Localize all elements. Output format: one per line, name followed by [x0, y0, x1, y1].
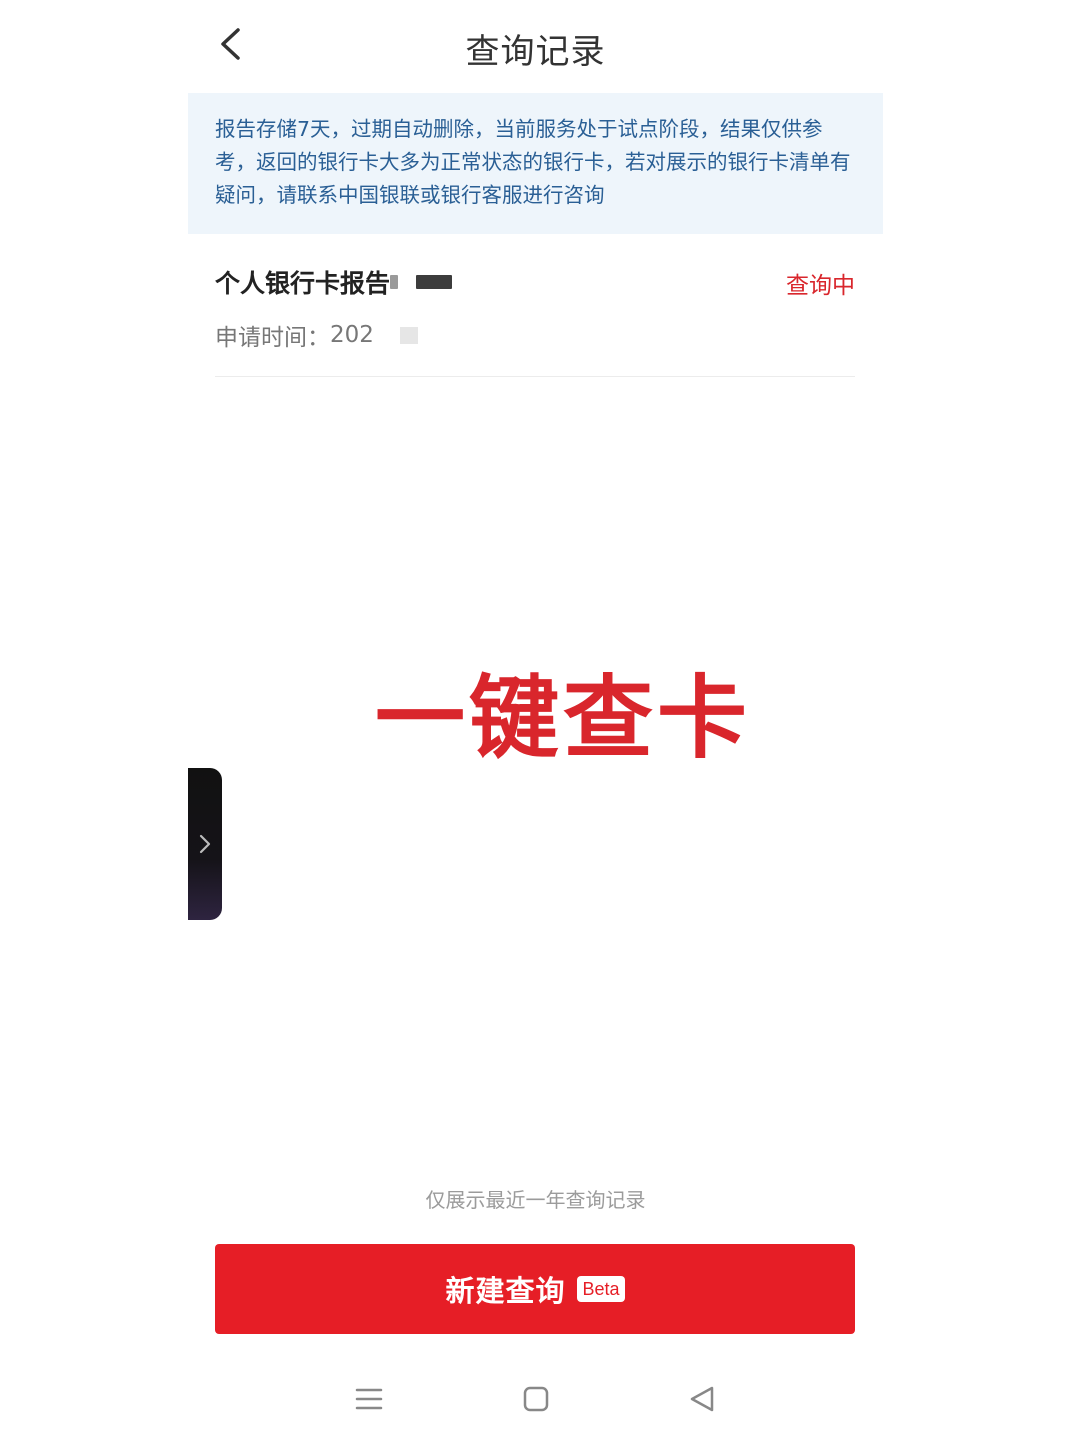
page: 查询记录 报告存储7天，过期自动删除，当前服务处于试点阶段，结果仅供参考，返回的… [0, 0, 1080, 1439]
nav-menu-button[interactable] [349, 1380, 389, 1420]
system-nav-bar [188, 1370, 883, 1430]
record-item[interactable]: 个人银行卡报告 查询中 申请时间： 202 [215, 234, 855, 377]
promo-overlay-text: 一键查卡 [375, 666, 751, 771]
new-query-label: 新建查询 [445, 1276, 566, 1308]
nav-home-button[interactable] [516, 1380, 556, 1420]
history-note: 仅展示最近一年查询记录 [425, 1188, 646, 1212]
record-time-row: 申请时间： 202 [215, 318, 418, 352]
redaction-mark [399, 326, 418, 344]
nav-back-button[interactable] [682, 1380, 722, 1420]
redaction-mark [390, 275, 399, 289]
status-badge: 查询中 [786, 273, 855, 299]
time-value: 202 [330, 322, 374, 348]
redaction-mark [416, 275, 453, 289]
home-square-icon [523, 1386, 549, 1412]
time-label: 申请时间： [215, 325, 330, 351]
record-title-row: 个人银行卡报告 [215, 264, 453, 300]
top-bar: 查询记录 [188, 0, 883, 92]
notice-text: 报告存储7天，过期自动删除，当前服务处于试点阶段，结果仅供参考，返回的银行卡大多… [215, 117, 851, 207]
beta-badge: Beta [577, 1276, 625, 1302]
back-triangle-icon [690, 1386, 714, 1412]
record-title: 个人银行卡报告 [215, 269, 391, 298]
side-expand-handle[interactable] [188, 768, 222, 920]
menu-icon [355, 1388, 383, 1410]
app-screen: 查询记录 报告存储7天，过期自动删除，当前服务处于试点阶段，结果仅供参考，返回的… [188, 0, 883, 1439]
page-title: 查询记录 [465, 32, 606, 72]
notice-banner: 报告存储7天，过期自动删除，当前服务处于试点阶段，结果仅供参考，返回的银行卡大多… [188, 93, 883, 234]
new-query-button[interactable]: 新建查询 Beta [215, 1244, 855, 1334]
chevron-right-icon [199, 834, 211, 854]
